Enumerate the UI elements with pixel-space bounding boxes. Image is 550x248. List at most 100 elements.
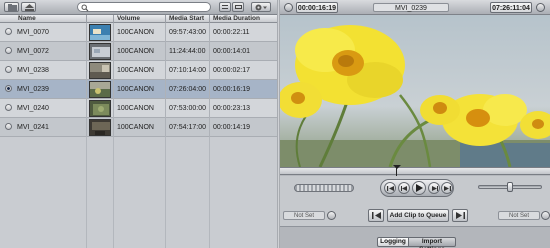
column-divider [86, 137, 87, 248]
table-row[interactable]: MVI_0241 100CANON 07:54:17:00 00:00:14:1… [0, 118, 277, 137]
add-clip-to-queue-button[interactable]: Add Clip to Queue [387, 209, 449, 222]
preview-viewer: 00:00:16:19 MVI_0239 07:26:11:04 Not Set… [280, 0, 550, 248]
column-header-media-duration[interactable]: Media Duration [209, 15, 277, 23]
shuttle-knob[interactable] [507, 182, 513, 192]
flower-video-image [280, 15, 550, 167]
clip-media-start: 07:10:14:00 [165, 61, 209, 80]
clip-name: MVI_0070 [17, 29, 49, 36]
table-row[interactable]: MVI_0240 100CANON 07:53:00:00 00:00:23:1… [0, 99, 277, 118]
thumbnail-cell [86, 118, 113, 137]
clip-media-start: 07:54:17:00 [165, 118, 209, 137]
browser-toolbar [0, 0, 277, 15]
playhead-handle[interactable] [393, 165, 401, 169]
out-point-field[interactable]: Not Set [498, 211, 540, 220]
duration-timecode[interactable]: 00:00:16:19 [296, 2, 338, 13]
thumbnail-view-icon [235, 5, 242, 9]
eject-icon [25, 4, 34, 11]
thumbnail-view-button[interactable] [232, 2, 244, 12]
clip-thumbnail [89, 119, 111, 136]
mark-out-button[interactable] [452, 209, 468, 222]
clip-media-duration: 00:00:14:19 [209, 118, 277, 137]
clip-volume: 100CANON [113, 61, 165, 80]
flower-small-left [280, 82, 322, 118]
eject-button[interactable] [21, 2, 36, 12]
step-forward-button[interactable] [428, 182, 440, 194]
clip-name-field: MVI_0239 [373, 3, 449, 12]
queue-status-indicator[interactable] [5, 47, 12, 54]
clip-media-duration: 00:00:23:13 [209, 99, 277, 118]
table-row[interactable]: MVI_0072 100CANON 11:24:44:00 00:00:14:0… [0, 42, 277, 61]
table-row[interactable]: MVI_0070 100CANON 09:57:43:00 00:00:22:1… [0, 23, 277, 42]
search-input[interactable] [90, 3, 208, 11]
thumbnail-cell [86, 99, 113, 118]
queue-status-indicator[interactable] [5, 66, 12, 73]
column-header-media-start[interactable]: Media Start [165, 15, 209, 23]
go-to-in-button[interactable] [327, 211, 336, 220]
timeline-scrubber[interactable] [280, 165, 550, 176]
clip-name: MVI_0072 [17, 48, 49, 55]
clip-media-start: 09:57:43:00 [165, 23, 209, 42]
clip-media-duration: 00:00:22:11 [209, 23, 277, 42]
clip-volume: 100CANON [113, 23, 165, 42]
clip-name: MVI_0241 [17, 124, 49, 131]
gear-icon [255, 4, 267, 11]
clip-media-start: 11:24:44:00 [165, 42, 209, 61]
video-frame [280, 15, 550, 167]
go-to-out-button[interactable] [541, 211, 550, 220]
table-row[interactable]: MVI_0239 100CANON 07:26:04:00 00:00:16:1… [0, 80, 277, 99]
playhead[interactable] [396, 166, 397, 176]
list-view-button[interactable] [219, 2, 231, 12]
column-header-row: Name Volume Media Start Media Duration [0, 15, 277, 23]
jog-control[interactable] [294, 184, 354, 192]
clip-volume: 100CANON [113, 118, 165, 137]
clip-volume: 100CANON [113, 80, 165, 99]
import-folder-button[interactable] [4, 2, 19, 12]
thumbnail-cell [86, 80, 113, 99]
search-field[interactable] [77, 2, 211, 12]
column-divider [165, 137, 166, 248]
step-back-icon [401, 186, 407, 191]
mark-controls: Not Set Add Clip to Queue Not Set [280, 206, 550, 226]
go-to-end-button[interactable] [441, 182, 453, 194]
step-back-button[interactable] [398, 182, 410, 194]
play-button[interactable] [412, 181, 426, 195]
go-to-start-button[interactable] [384, 182, 396, 194]
action-menu-button[interactable] [251, 2, 271, 12]
queue-status-indicator[interactable] [5, 104, 12, 111]
queue-status-indicator[interactable] [5, 123, 12, 130]
clip-name: MVI_0239 [17, 86, 49, 93]
mark-in-button[interactable] [368, 209, 384, 222]
column-header-volume[interactable]: Volume [113, 15, 165, 23]
settings-tabs: Logging Import Settings [280, 226, 550, 248]
clip-media-start: 07:26:04:00 [165, 80, 209, 99]
table-row[interactable]: MVI_0238 100CANON 07:10:14:00 00:00:02:1… [0, 61, 277, 80]
clip-browser: Name Volume Media Start Media Duration M… [0, 0, 277, 248]
clip-media-duration: 00:00:02:17 [209, 61, 277, 80]
clip-thumbnail [89, 100, 111, 117]
clip-thumbnail [89, 43, 111, 60]
play-icon [416, 184, 423, 192]
transport-controls [380, 179, 454, 197]
clip-volume: 100CANON [113, 42, 165, 61]
thumbnail-cell [86, 61, 113, 80]
skip-forward-icon [444, 186, 451, 191]
queue-status-indicator[interactable] [5, 28, 12, 35]
current-time-icon [536, 3, 545, 12]
current-timecode[interactable]: 07:26:11:04 [490, 2, 532, 13]
clip-volume: 100CANON [113, 99, 165, 118]
folder-icon [8, 4, 17, 11]
in-point-field[interactable]: Not Set [283, 211, 325, 220]
queue-status-indicator[interactable] [5, 85, 12, 92]
column-divider [113, 137, 114, 248]
clip-media-start: 07:53:00:00 [165, 99, 209, 118]
clip-media-duration: 00:00:16:19 [209, 80, 277, 99]
column-header-name[interactable]: Name [0, 15, 86, 23]
step-forward-icon [432, 186, 438, 191]
viewer-header: 00:00:16:19 MVI_0239 07:26:11:04 [280, 0, 550, 15]
empty-list-area [0, 137, 277, 248]
thumbnail-cell [86, 42, 113, 61]
tab-logging[interactable]: Logging [377, 237, 409, 247]
tab-import-settings[interactable]: Import Settings [408, 237, 456, 248]
mark-in-icon [372, 212, 381, 219]
shuttle-slider[interactable] [478, 182, 542, 192]
